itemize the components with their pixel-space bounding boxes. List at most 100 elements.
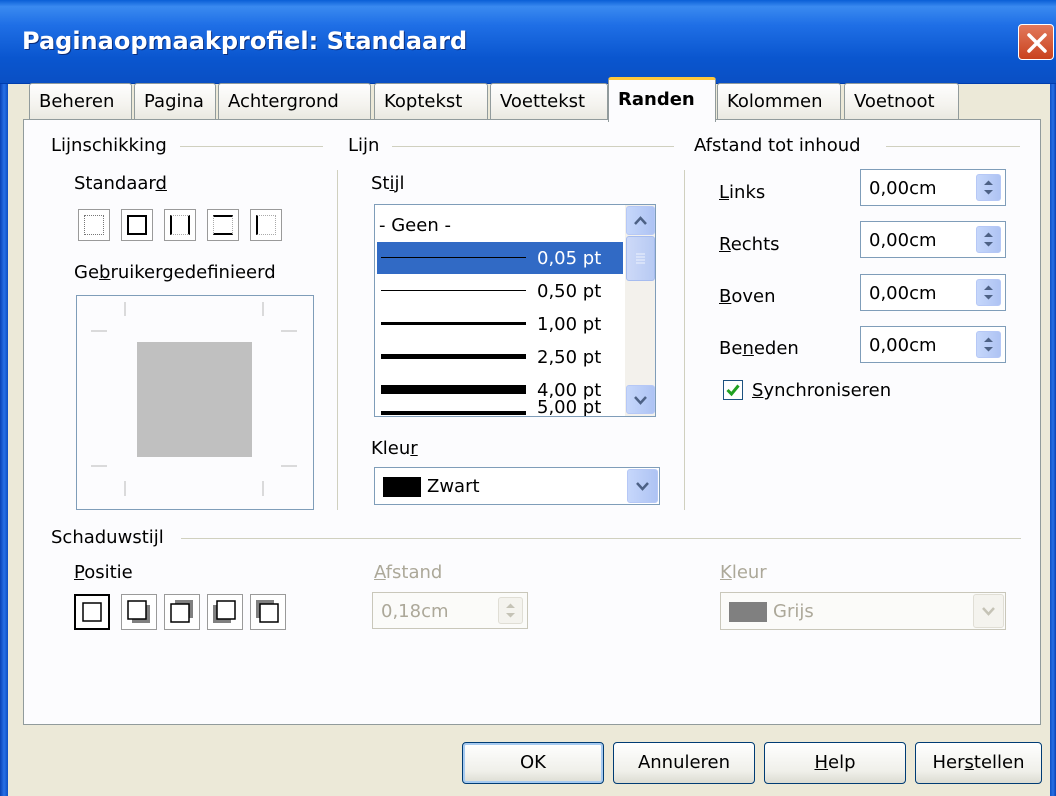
spin-buttons[interactable] (976, 226, 1001, 253)
color-swatch (729, 602, 767, 622)
spin-arrows-icon (984, 337, 993, 352)
spin-arrows-icon (984, 180, 993, 195)
spin-buttons[interactable] (498, 597, 523, 624)
left-spacing-field[interactable]: 0,00cm (860, 169, 1006, 206)
chevron-down-icon (636, 482, 649, 491)
chevron-down-icon (634, 396, 647, 405)
window-frame-left (0, 84, 8, 796)
line-sample (381, 322, 526, 325)
preset-no-borders[interactable] (78, 209, 110, 241)
list-item[interactable]: 2,50 pt (377, 341, 623, 373)
reset-button[interactable]: Herstellen (915, 742, 1042, 784)
scroll-up-button[interactable] (626, 206, 655, 235)
divider (684, 170, 685, 510)
preset-left-border[interactable] (250, 209, 282, 241)
list-item[interactable]: 5,00 pt (377, 397, 623, 416)
right-spacing-label: Rechts (719, 234, 780, 255)
tab-beheren[interactable]: Beheren (29, 83, 132, 120)
title-bar: Paginaopmaakprofiel: Standaard (0, 0, 1056, 84)
tab-kolommen[interactable]: Kolommen (717, 83, 841, 120)
list-item[interactable]: 0,05 pt (377, 242, 623, 274)
spin-arrows-icon (984, 285, 993, 300)
preset-left-right-border[interactable] (164, 209, 196, 241)
divider (180, 146, 323, 147)
left-spacing-label: Links (719, 182, 766, 203)
spin-buttons[interactable] (976, 174, 1001, 201)
shadow-bottom-left-button[interactable] (207, 594, 243, 630)
shadow-distance-field[interactable]: 0,18cm (372, 592, 528, 629)
dropdown-button[interactable] (973, 594, 1004, 628)
preset-top-bottom-border[interactable] (207, 209, 239, 241)
chevron-up-icon (634, 216, 647, 225)
tab-label: Voetnoot (854, 91, 935, 112)
cancel-button[interactable]: Annuleren (613, 742, 755, 784)
preview-page-area (137, 342, 252, 457)
shadow-color-dropdown[interactable]: Grijs (720, 592, 1006, 630)
spin-buttons[interactable] (976, 331, 1001, 358)
spacing-heading: Afstand tot inhoud (694, 135, 861, 156)
tab-koptekst[interactable]: Koptekst (374, 83, 488, 120)
window-frame-right (1050, 84, 1056, 796)
shadow-none-icon (82, 602, 102, 622)
shadow-position-label: Positie (74, 562, 133, 583)
top-spacing-label: Boven (719, 286, 776, 307)
bottom-spacing-label: Beneden (719, 338, 799, 359)
close-button[interactable] (1018, 24, 1054, 60)
arrangement-heading: Lijnschikking (51, 135, 167, 156)
scroll-down-button[interactable] (626, 385, 655, 414)
tab-pagina[interactable]: Pagina (134, 83, 216, 120)
chevron-down-icon (982, 607, 995, 616)
tab-label: Koptekst (384, 91, 463, 112)
line-sample (381, 257, 526, 258)
shadow-color-label: Kleur (720, 562, 767, 583)
tab-label: Achtergrond (228, 91, 339, 112)
list-item[interactable]: - Geen - (377, 209, 623, 241)
spin-buttons[interactable] (976, 279, 1001, 306)
line-heading: Lijn (348, 135, 380, 156)
outer-border-icon (127, 215, 147, 235)
color-swatch (383, 477, 421, 497)
shadow-bottom-right-button[interactable] (121, 594, 157, 630)
help-button[interactable]: Help (764, 742, 906, 784)
spin-arrows-icon (984, 232, 993, 247)
shadow-none-button[interactable] (74, 594, 110, 630)
shadow-bottom-right-icon (127, 600, 150, 623)
line-sample (381, 385, 526, 394)
preset-outer-border[interactable] (121, 209, 153, 241)
line-sample (381, 411, 526, 415)
tab-label: Randen (618, 89, 695, 110)
synchronize-checkbox[interactable] (723, 380, 743, 400)
left-border-icon (256, 215, 276, 235)
tab-label: Kolommen (727, 91, 823, 112)
vertical-scrollbar[interactable] (625, 205, 655, 416)
top-spacing-field[interactable]: 0,00cm (860, 274, 1006, 311)
synchronize-label[interactable]: Synchroniseren (752, 380, 891, 401)
tab-achtergrond[interactable]: Achtergrond (218, 83, 371, 120)
close-icon (1027, 33, 1047, 53)
line-color-value: Zwart (427, 476, 480, 497)
tab-voetnoot[interactable]: Voetnoot (844, 83, 959, 120)
window-title: Paginaopmaakprofiel: Standaard (22, 27, 468, 55)
grip-icon (636, 253, 645, 264)
right-spacing-field[interactable]: 0,00cm (860, 221, 1006, 258)
dropdown-button[interactable] (627, 469, 658, 503)
top-bottom-border-icon (213, 215, 233, 235)
line-color-label: Kleur (371, 438, 418, 459)
shadow-top-right-button[interactable] (164, 594, 200, 630)
scroll-thumb[interactable] (626, 236, 655, 281)
line-sample (381, 290, 526, 291)
list-item[interactable]: 0,50 pt (377, 275, 623, 307)
line-color-dropdown[interactable]: Zwart (374, 467, 660, 505)
tab-voettekst[interactable]: Voettekst (490, 83, 608, 120)
line-style-list[interactable]: - Geen - 0,05 pt 0,50 pt 1,00 pt 2,50 pt… (374, 204, 656, 417)
ok-button[interactable]: OK (462, 742, 604, 784)
shadow-bottom-left-icon (213, 600, 236, 623)
tab-label: Beheren (39, 91, 115, 112)
no-borders-icon (84, 215, 104, 235)
shadow-top-left-button[interactable] (250, 594, 286, 630)
divider (337, 170, 338, 510)
tab-randen[interactable]: Randen (608, 77, 716, 122)
border-preview[interactable] (76, 295, 314, 510)
bottom-spacing-field[interactable]: 0,00cm (860, 326, 1006, 363)
list-item[interactable]: 1,00 pt (377, 308, 623, 340)
